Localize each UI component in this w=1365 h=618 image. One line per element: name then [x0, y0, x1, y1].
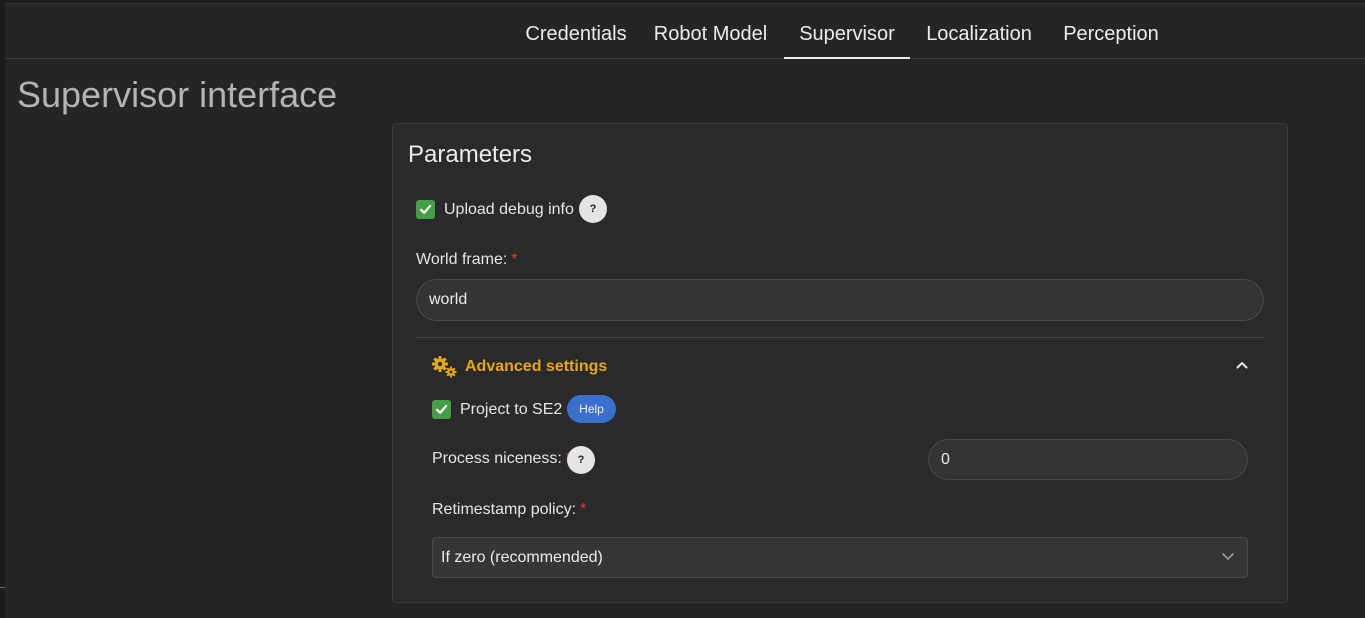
tab-credentials[interactable]: Credentials — [510, 3, 642, 58]
tab-localization[interactable]: Localization — [915, 3, 1043, 58]
required-mark: * — [511, 251, 518, 268]
tab-bar: Credentials Robot Model Supervisor Local… — [5, 3, 1365, 59]
retimestamp-policy-label-text: Retimestamp policy: — [432, 501, 577, 518]
process-niceness-label: Process niceness:* — [432, 449, 572, 469]
process-niceness-label-text: Process niceness: — [432, 450, 562, 467]
retimestamp-selected-value: If zero (recommended) — [441, 549, 603, 566]
world-frame-label: World frame: * — [416, 250, 518, 270]
upload-debug-label: Upload debug info — [444, 201, 574, 218]
process-niceness-help-icon[interactable]: ? — [567, 446, 595, 474]
help-button[interactable]: Help — [567, 395, 616, 423]
check-icon — [419, 204, 432, 214]
main-page: Credentials Robot Model Supervisor Local… — [5, 3, 1365, 618]
project-se2-label: Project to SE2 — [460, 401, 563, 418]
tab-perception[interactable]: Perception — [1048, 3, 1174, 58]
page-title: Supervisor interface — [17, 74, 338, 115]
advanced-settings-toggle[interactable]: Advanced settings — [465, 357, 607, 377]
process-niceness-input[interactable] — [928, 439, 1248, 480]
upload-debug-checkbox[interactable] — [416, 200, 435, 219]
world-frame-label-text: World frame: — [416, 251, 508, 268]
parameters-card: Parameters Upload debug info ? World fra… — [392, 123, 1288, 603]
tab-supervisor[interactable]: Supervisor — [784, 3, 910, 59]
check-icon — [435, 404, 448, 414]
chevron-up-icon[interactable] — [1236, 361, 1248, 369]
world-frame-input[interactable] — [416, 279, 1264, 321]
upload-debug-help-icon[interactable]: ? — [579, 195, 607, 223]
retimestamp-policy-label: Retimestamp policy: * — [432, 500, 586, 520]
tab-robot-model[interactable]: Robot Model — [642, 3, 779, 58]
project-se2-checkbox[interactable] — [432, 400, 451, 419]
gears-icon — [432, 356, 457, 378]
retimestamp-policy-select[interactable]: If zero (recommended) — [432, 537, 1248, 578]
divider — [416, 337, 1264, 338]
card-title: Parameters — [408, 141, 533, 168]
required-mark: * — [580, 501, 587, 518]
chevron-down-icon — [1222, 553, 1234, 560]
